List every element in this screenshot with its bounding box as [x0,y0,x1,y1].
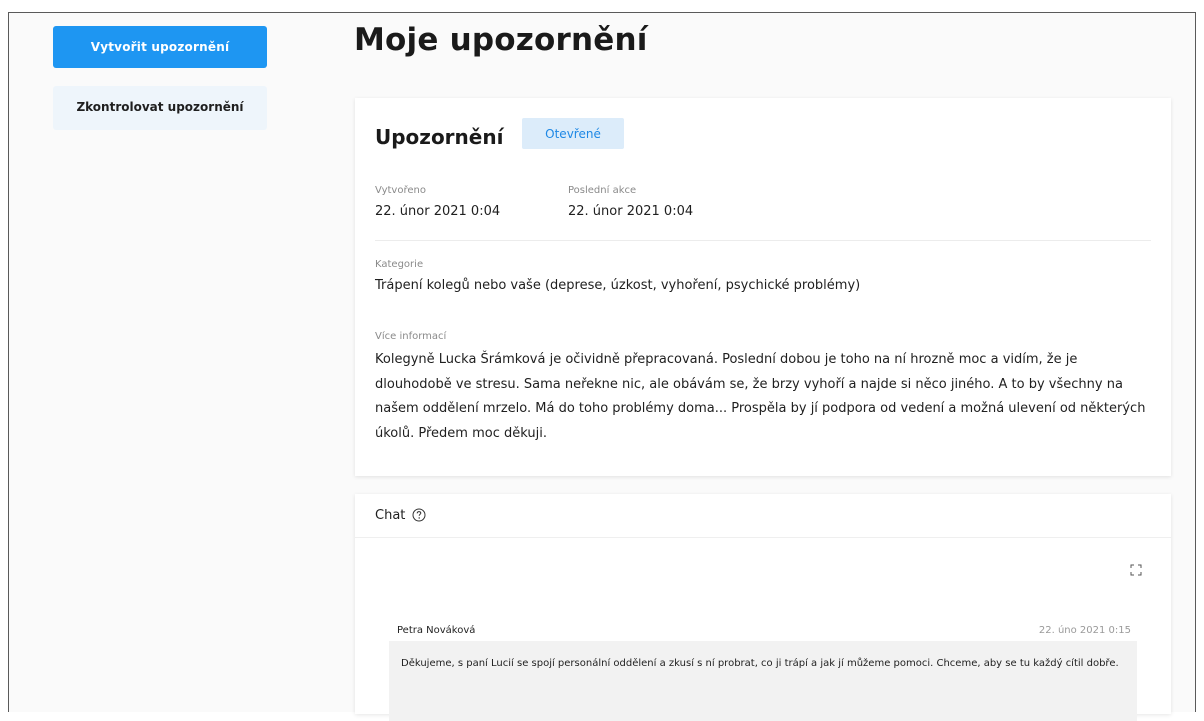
more-info-text: Kolegyně Lucka Šrámková je očividně přep… [375,352,1146,441]
cropped-top-strip [0,0,1204,12]
status-badge: Otevřené [522,118,624,149]
chat-card: Chat Petra Nováková 22. úno 2021 0:15 Dě… [355,494,1171,721]
check-alert-button[interactable]: Zkontrolovat upozornění [53,86,267,130]
chat-title: Chat [375,508,406,523]
alert-title: Upozornění [375,125,504,149]
page-title: Moje upozornění [354,22,648,58]
chat-header: Chat [355,494,1171,538]
category-value: Trápení kolegů nebo vaše (deprese, úzkos… [375,278,861,293]
last-action-label: Poslední akce [568,185,637,196]
alert-card: Upozornění Otevřené Vytvořeno 22. únor 2… [355,98,1171,476]
chat-body: Petra Nováková 22. úno 2021 0:15 Děkujem… [355,538,1171,721]
expand-icon[interactable] [1130,564,1142,576]
created-value: 22. únor 2021 0:04 [375,204,501,219]
created-label: Vytvořeno [375,185,426,196]
create-alert-button[interactable]: Vytvořit upozornění [53,26,267,68]
last-action-value: 22. únor 2021 0:04 [568,204,694,219]
message-bubble: Děkujeme, s paní Lucií se spojí personál… [389,641,1137,721]
message-author: Petra Nováková [397,625,476,636]
message-time: 22. úno 2021 0:15 [1038,625,1131,636]
help-circle-icon[interactable] [412,508,426,522]
divider [375,240,1151,241]
more-info-label: Více informací [375,331,447,342]
category-label: Kategorie [375,259,424,270]
